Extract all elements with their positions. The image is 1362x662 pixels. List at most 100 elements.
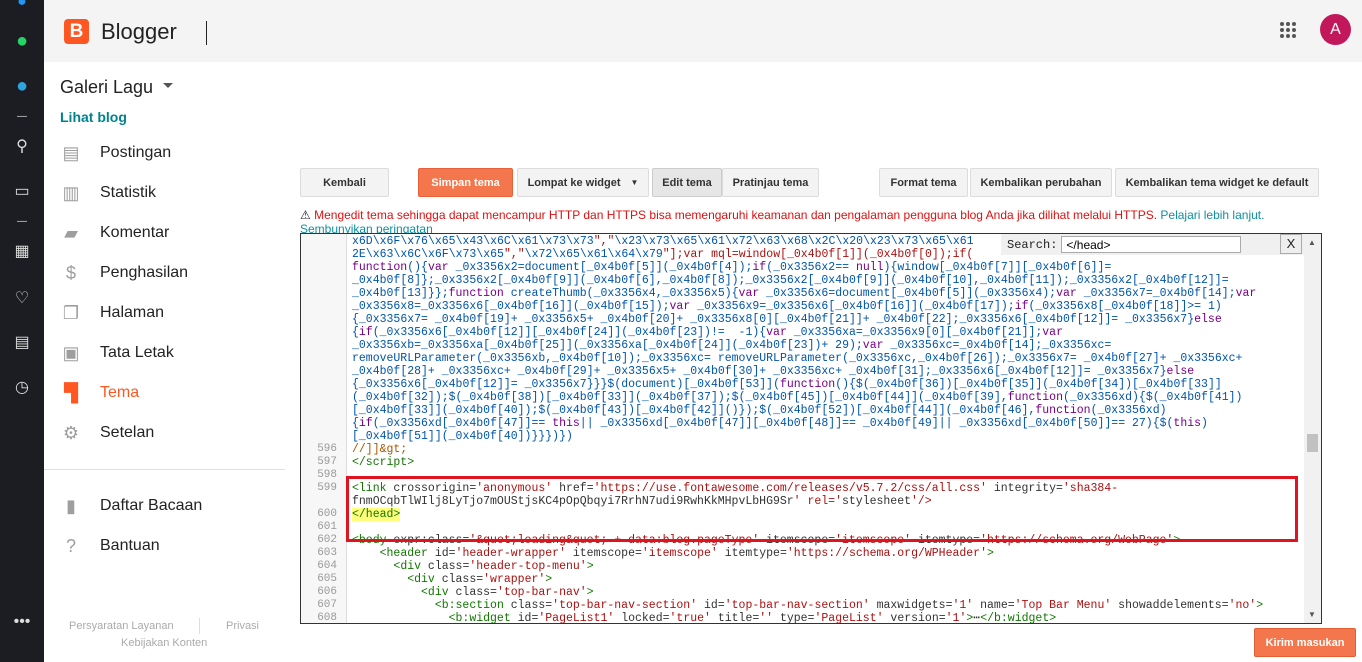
search-input[interactable]	[1061, 236, 1242, 253]
code-text: [43])[	[600, 404, 642, 417]
sidebar-item-daftar-bacaan[interactable]: ▮ Daftar Bacaan	[60, 491, 290, 521]
code-text: _0x3356x9	[697, 300, 760, 313]
format-theme-button[interactable]: Format tema	[879, 168, 968, 197]
wallet-icon[interactable]: ▭	[12, 181, 32, 201]
privacy-link[interactable]: Privasi	[226, 620, 259, 632]
content-policy-link[interactable]: Kebijakan Konten	[121, 637, 207, 649]
more-icon[interactable]: •••	[12, 612, 32, 632]
save-theme-button[interactable]: Simpan tema	[418, 168, 513, 197]
caret-down-icon	[163, 83, 174, 93]
terms-link[interactable]: Persyaratan Layanan	[69, 620, 174, 632]
view-blog-link[interactable]: Lihat blog	[60, 109, 127, 125]
blog-selector[interactable]: Galeri Lagu	[60, 77, 174, 98]
code-text: _0x4b0f	[814, 274, 863, 287]
back-button[interactable]: Kembali	[300, 168, 389, 197]
code-string: "];var mql=window[_0x4b0f[1]](_0x4b0f[0]…	[662, 248, 974, 261]
sidebar-item-tata-letak[interactable]: ▣ Tata Letak	[60, 338, 290, 368]
sidebar-item-statistik[interactable]: ▥ Statistik	[60, 178, 290, 208]
code-string: 'top-bar-nav-section'	[724, 599, 870, 612]
code-text: [	[993, 365, 1001, 378]
code-text: );	[1042, 287, 1057, 300]
preview-theme-button[interactable]: Pratinjau tema	[722, 168, 819, 197]
code-text: [23])!= -1){	[676, 326, 767, 339]
vertical-scrollbar[interactable]: ▲ ▼	[1304, 234, 1321, 623]
chevron-down-icon: ▼	[630, 178, 639, 187]
edit-theme-button[interactable]: Edit tema	[652, 168, 722, 197]
code-string: '1'	[952, 599, 974, 612]
avatar[interactable]: A	[1320, 14, 1351, 45]
code-text: [	[938, 261, 946, 274]
code-text: [8]};	[400, 274, 435, 287]
code-text: _0x4b0f	[641, 391, 691, 404]
code-text: _0x4b0f	[980, 274, 1029, 287]
code-text: +	[1235, 352, 1243, 365]
code-text: [22];	[924, 313, 960, 326]
code-text: x65	[676, 235, 698, 248]
revert-changes-button[interactable]: Kembalikan perubahan	[970, 168, 1112, 197]
code-string: ","	[503, 248, 525, 261]
whatsapp-icon[interactable]: ●	[12, 30, 32, 52]
scroll-up-icon[interactable]: ▲	[1308, 238, 1316, 247]
sidebar-item-tema[interactable]: ▜ Tema	[60, 378, 290, 408]
search-icon[interactable]: ⚲	[12, 136, 32, 156]
code-line: <b:widget id='PageList1' locked='true' t…	[352, 612, 1263, 624]
code-string: 'top-bar-nav-section'	[552, 599, 698, 612]
code-keyword: function	[1007, 391, 1063, 404]
code-text: _0x3356x2	[773, 261, 836, 274]
heart-icon[interactable]: ♡	[12, 288, 32, 308]
code-line: <div class='header-top-menu'>	[352, 560, 1263, 573]
grid-icon[interactable]: ▦	[12, 241, 32, 261]
code-keyword: null	[855, 261, 884, 274]
sidebar-item-label: Statistik	[100, 184, 157, 201]
code-string: 'true'	[669, 612, 711, 624]
code-keyword: if	[752, 261, 767, 274]
telegram-icon[interactable]: ●	[12, 75, 32, 97]
close-search-button[interactable]: X	[1280, 234, 1302, 254]
scroll-down-icon[interactable]: ▼	[1308, 610, 1316, 619]
code-text: _0x3356x9	[862, 326, 925, 339]
messenger-icon[interactable]: ●	[12, 0, 32, 12]
code-text: _0x3356xc	[773, 365, 836, 378]
revert-widget-default-button[interactable]: Kembalikan tema widget ke default	[1115, 168, 1319, 197]
blogger-logo-icon[interactable]: B	[64, 19, 89, 44]
send-feedback-button[interactable]: Kirim masukan	[1254, 628, 1356, 657]
code-text: _0x4b0f	[1159, 391, 1208, 404]
code-text: id	[510, 612, 532, 624]
warning-icon: ⚠	[300, 208, 311, 222]
blog-name: Galeri Lagu	[60, 77, 154, 97]
code-text: $	[1145, 391, 1153, 404]
comment-icon: ▰	[64, 222, 78, 243]
notes-icon[interactable]: ▤	[12, 332, 32, 352]
jump-to-widget-dropdown[interactable]: Lompat ke widget ▼	[517, 168, 649, 197]
code-text: itemtype	[717, 547, 780, 560]
app-header: B Blogger A	[44, 0, 1362, 62]
apps-grid-icon[interactable]	[1280, 22, 1296, 38]
scrollbar-thumb[interactable]	[1307, 434, 1318, 452]
sidebar-item-postingan[interactable]: ▤ Postingan	[60, 138, 290, 168]
hide-warning-link[interactable]: Sembunyikan peringatan	[300, 222, 433, 233]
code-text: _0x4b0f	[517, 365, 566, 378]
code-text: _0x4b0f	[352, 274, 401, 287]
code-line: {if(_0x3356xd[_0x4b0f[47]]== this|| _0x3…	[352, 417, 1263, 430]
code-line: _0x4b0f[13]}};function createThumb(_0x33…	[352, 287, 1263, 300]
clock-icon[interactable]: ◷	[12, 377, 32, 397]
code-text: x43	[462, 235, 484, 248]
sidebar-item-bantuan[interactable]: ? Bantuan	[60, 531, 290, 561]
brand-name[interactable]: Blogger	[101, 19, 177, 45]
code-text: 2	[352, 248, 359, 261]
sidebar-item-penghasilan[interactable]: $ Penghasilan	[60, 258, 290, 288]
code-text: _0x4b0f	[462, 391, 511, 404]
code-text: _0x4b0f	[862, 404, 912, 417]
line-number: 602	[317, 534, 337, 546]
code-text: =	[1069, 352, 1084, 365]
sidebar-item-komentar[interactable]: ▰ Komentar	[60, 218, 290, 248]
code-text: x6D	[352, 235, 373, 248]
code-text: _0x4b0f	[897, 287, 946, 300]
sidebar-item-halaman[interactable]: ❐ Halaman	[60, 298, 290, 328]
code-keyword: function	[1035, 404, 1091, 417]
sidebar-item-setelan[interactable]: ⚙ Setelan	[60, 418, 290, 448]
code-content[interactable]: x6D\x6F\x76\x65\x43\x6C\x61\x73\x73","\x…	[352, 235, 1263, 624]
code-editor[interactable]: x6D\x6F\x76\x65\x43\x6C\x61\x73\x73","\x…	[300, 233, 1322, 624]
learn-more-link[interactable]: Pelajari lebih lanjut.	[1160, 208, 1264, 222]
code-line: <header id='header-wrapper' itemscope='i…	[352, 547, 1263, 560]
